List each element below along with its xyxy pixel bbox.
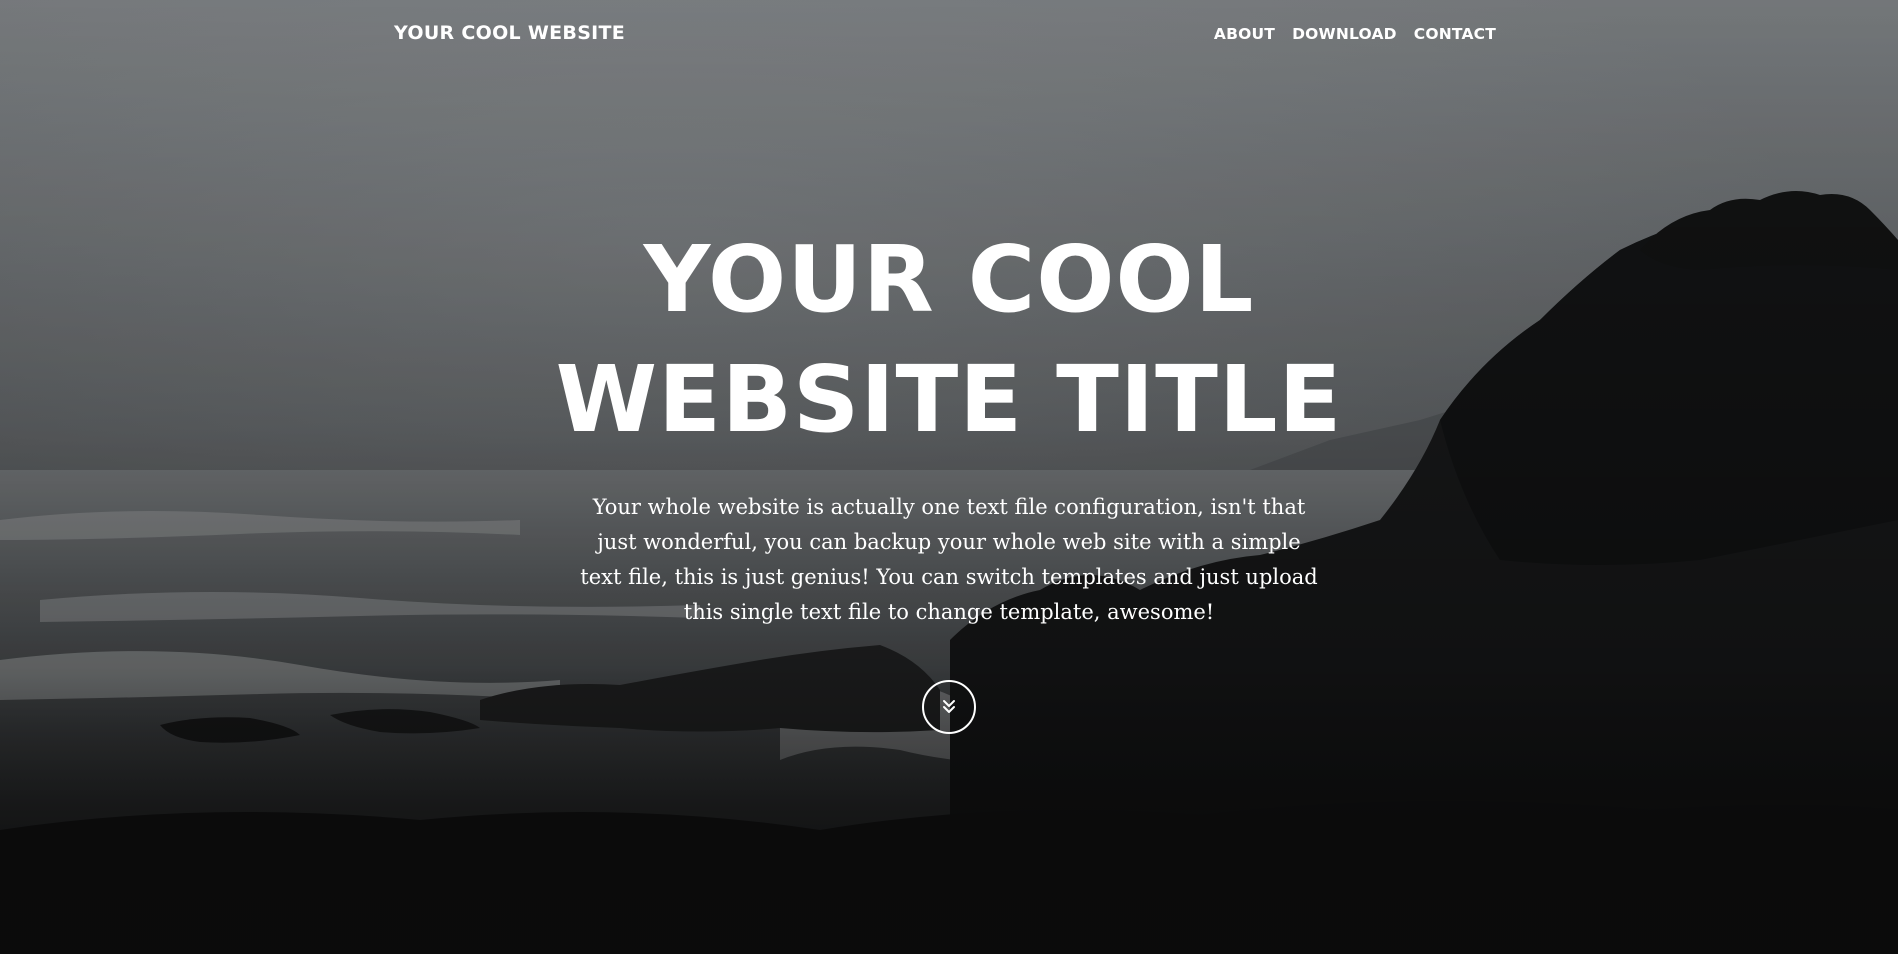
hero-title-line-2: WEBSITE TITLE [555, 346, 1343, 453]
hero-title-line-1: YOUR COOL [643, 226, 1255, 333]
hero-title: YOUR COOL WEBSITE TITLE [449, 220, 1449, 460]
nav-link-download[interactable]: DOWNLOAD [1292, 25, 1397, 43]
top-navbar: YOUR COOL WEBSITE ABOUT DOWNLOAD CONTACT [0, 0, 1898, 70]
hero-section: YOUR COOL WEBSITE ABOUT DOWNLOAD CONTACT… [0, 0, 1898, 954]
hero-description: Your whole website is actually one text … [580, 495, 1318, 624]
site-brand-link[interactable]: YOUR COOL WEBSITE [394, 22, 625, 44]
nav-link-contact[interactable]: CONTACT [1414, 25, 1496, 43]
hero-background-photo [0, 0, 1898, 954]
double-chevron-down-icon [943, 700, 955, 713]
scroll-down-button[interactable] [922, 680, 976, 734]
nav-links: ABOUT DOWNLOAD CONTACT [1214, 25, 1496, 43]
nav-link-about[interactable]: ABOUT [1214, 25, 1275, 43]
